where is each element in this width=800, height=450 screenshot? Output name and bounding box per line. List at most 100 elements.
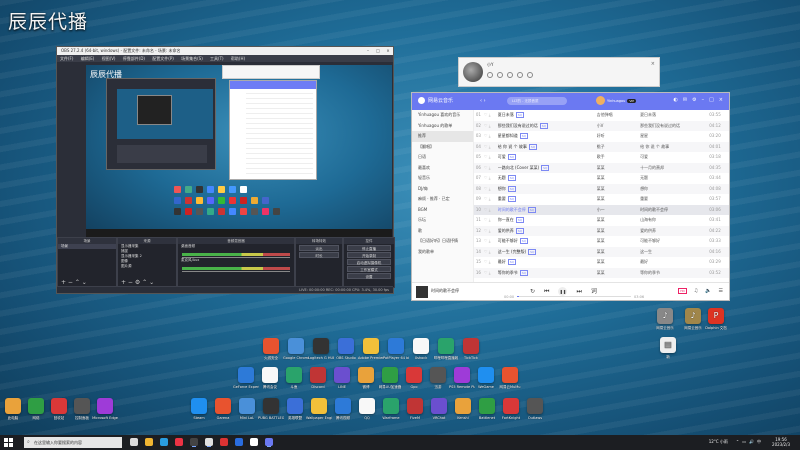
desktop-icon[interactable]: Adobe Premiere [358,338,384,360]
sidebar-item[interactable]: 轻音乐 [412,173,473,184]
now-playing-title[interactable]: 时间的歌不会停 [431,288,459,294]
maximize-icon[interactable]: □ [709,97,714,103]
desktop-icon[interactable]: PotPlayer 64 bit [383,338,409,360]
taskbar-search-input[interactable]: 在这里输入你要搜索的内容 [24,437,122,448]
close-icon[interactable]: × [383,47,393,55]
prev-icon[interactable]: ⏮ [544,288,549,295]
like-icon[interactable]: ♡ ⤓ [484,215,498,226]
desktop-icon[interactable]: Wallpaper Engine [306,398,332,420]
sidebar-item[interactable]: 我的歌单 [412,247,473,258]
sidebar-item[interactable]: 日语 [412,152,473,163]
desktop-icon[interactable]: Gpo [401,367,427,389]
desktop-icon[interactable]: PUBG BATTLEGROUNDS [258,398,284,420]
transition-duration[interactable]: 时长 [299,252,339,258]
menu-view[interactable]: 视图(V) [102,56,116,61]
desktop-icon[interactable]: LINE [329,367,355,389]
desktop-icon[interactable]: Mini LoL [234,398,260,420]
sidebar-item[interactable]: BGM [412,205,473,216]
desktop-icon[interactable]: OBS Studio [333,338,359,360]
clock[interactable]: 19:56 2023/2/3 [772,437,790,447]
like-icon[interactable]: ♡ ⤓ [484,173,498,184]
desktop-icon[interactable]: Garena [210,398,236,420]
sidebar-item[interactable]: 【日语好听】日语抒情 [412,236,473,247]
weather-widget[interactable]: 12°C 小雨 [709,439,728,445]
scene-item[interactable]: 场景 [58,244,116,249]
desktop-icon[interactable]: 腾讯视频 [330,398,356,420]
desktop-icon[interactable]: Logitech G HUB [308,338,334,360]
desktop-icon[interactable]: Microsoft Edge [92,398,118,420]
desktop-icon[interactable]: 网易UU加速器 [377,367,403,389]
desktop-icon[interactable]: Outlaws [522,398,548,420]
sidebar-item[interactable]: 【翻唱】 [412,142,473,153]
menu-scene-collection[interactable]: 场景集合(S) [181,56,203,61]
chat-taskbar-icon[interactable] [205,438,213,446]
avatar[interactable] [596,96,605,105]
menu-docks[interactable]: 停靠部件(D) [123,56,145,61]
obs-window[interactable]: OBS 27.2.4 (64-bit, windows) - 配置文件: 未命名… [56,46,395,294]
song-row[interactable]: 07 ♡ ⤓ 无题 SQ 某某 无题 03:44 [474,173,729,184]
like-icon[interactable]: ♡ ⤓ [484,110,498,121]
lyrics-icon[interactable]: 词 [591,288,597,295]
username[interactable]: Yinhuagou [607,99,625,103]
effects-icon[interactable]: ♫ [694,288,698,294]
volume-icon[interactable]: 🔈 [705,288,711,294]
tray-icons[interactable]: ⌃▭🔊中 [736,439,764,445]
desktop-icon[interactable]: Xshock [408,338,434,360]
app-taskbar-icon[interactable] [235,438,243,446]
skin-icon[interactable]: ◐ [674,97,678,103]
obs-taskbar-icon[interactable] [190,438,198,446]
song-row[interactable]: 09 ♡ ⤓ 重要 SQ 某某 重要 03:57 [474,194,729,205]
like-icon[interactable]: ♡ ⤓ [484,226,498,237]
nav-arrows[interactable]: ‹ › [480,98,486,104]
close-icon[interactable]: × [651,61,655,67]
minimize-icon[interactable]: – [363,47,373,55]
desktop-icon[interactable]: 微博 [353,367,379,389]
desktop-icon[interactable]: 腾讯会议 [257,367,283,389]
song-row[interactable]: 10 ♡ ⤓ 时间的歌不会停 SQ 小一 时间的歌不会停 03:06 [474,204,729,216]
source-item[interactable]: 图片源 [118,264,176,269]
playlist-icon[interactable]: ☰ [719,288,723,294]
obs-titlebar[interactable]: OBS 27.2.4 (64-bit, windows) - 配置文件: 未命名… [57,47,393,55]
desktop-icon[interactable]: Battlenet [474,398,500,420]
like-icon[interactable]: ♡ ⤓ [484,194,498,205]
sidebar-item[interactable]: 推荐 [412,131,473,142]
maximize-icon[interactable]: □ [373,47,383,55]
task-view-icon[interactable] [130,438,138,446]
like-icon[interactable]: ♡ ⤓ [484,131,498,142]
desktop-icon[interactable]: FiveM [402,398,428,420]
desktop-icon[interactable]: VRChat [426,398,452,420]
user-area[interactable]: Yinhuagou VIP [596,96,637,105]
desktop-icon-file[interactable]: ▤ 新 [655,337,681,359]
music-taskbar-icon[interactable] [265,438,273,446]
like-icon[interactable]: ♡ ⤓ [484,205,498,216]
menu-tools[interactable]: 工具(T) [210,56,224,61]
like-icon[interactable]: ♡ ⤓ [484,142,498,153]
phone-icon[interactable] [527,72,533,78]
sidebar-item[interactable]: Yinhuagou 的歌单 [412,121,473,132]
song-row[interactable]: 05 ♡ ⤓ 可爱 SQ 歌手 可爱 03:18 [474,152,729,163]
desktop-icon[interactable]: WeGame [473,367,499,389]
song-row[interactable]: 15 ♡ ⤓ 最好 SQ 某某 最好 03:29 [474,257,729,268]
obs-preview[interactable]: 辰辰代播 [86,65,392,237]
settings-button[interactable]: 设置 [347,273,391,279]
file-icon[interactable] [497,72,503,78]
search-input[interactable]: LLT的 - 无损音质 [507,97,567,105]
sidebar-item[interactable]: 乐坛 [412,215,473,226]
desktop-icon[interactable]: Google Chrome [283,338,309,360]
studio-mode-button[interactable]: 工作室模式 [347,266,391,272]
obs-window-controls[interactable]: – □ × [363,47,393,55]
desktop-icon[interactable]: TickTick [458,338,484,360]
song-row[interactable]: 08 ♡ ⤓ 想你 SQ 某某 想你 04:08 [474,183,729,194]
desktop-icon[interactable]: Kenshi [450,398,476,420]
desktop-icon[interactable]: Warframe [378,398,404,420]
volume-slider[interactable] [182,271,290,272]
song-row[interactable]: 12 ♡ ⤓ 爱的供养 SQ 某某 爱的供养 04:22 [474,225,729,237]
app-taskbar-icon[interactable] [250,438,258,446]
transition-select[interactable]: 淡出 [299,245,339,251]
file-explorer-icon[interactable] [145,438,153,446]
close-icon[interactable]: × [719,97,723,103]
music-app-window[interactable]: 网易云音乐 ‹ › LLT的 - 无损音质 Yinhuagou VIP ◐ ✉ ⚙ –… [411,92,730,301]
start-recording-button[interactable]: 开始录制 [347,252,391,258]
song-row[interactable]: 06 ♡ ⤓ 一路向北 (Cover 某某) SQ 某某 十一月的萧邦 04:35 [474,162,729,174]
like-icon[interactable]: ♡ ⤓ [484,163,498,174]
